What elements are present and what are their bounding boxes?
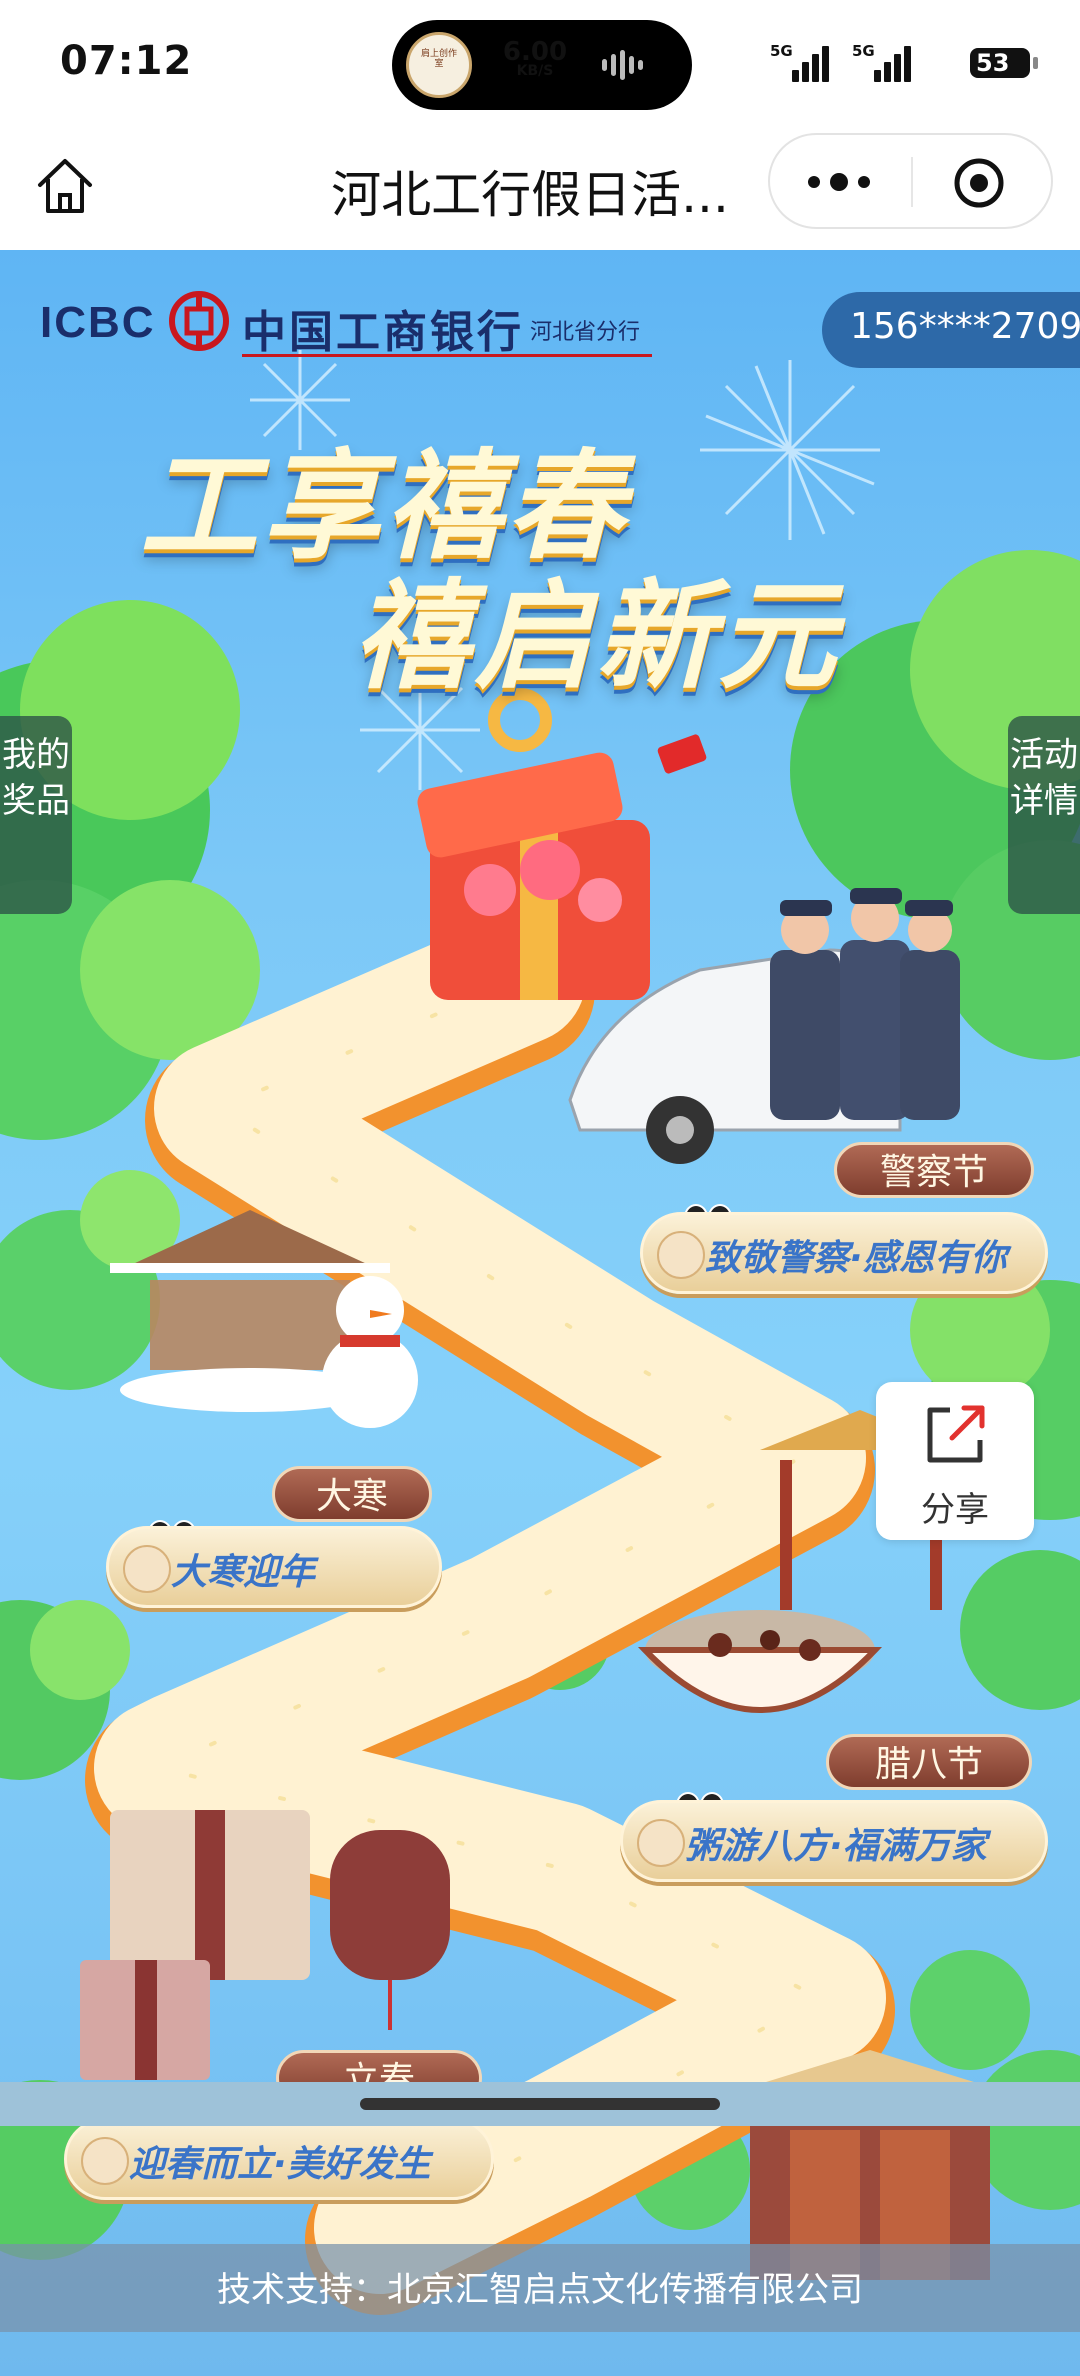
- network-speed-value: 6.00: [502, 37, 568, 67]
- signal-icon-1: 5G: [770, 42, 840, 82]
- more-dots-icon[interactable]: [804, 167, 874, 197]
- lantern-illustration: [330, 1830, 450, 2030]
- festival-tag-police[interactable]: 警察节: [834, 1142, 1034, 1198]
- banner-ball-icon: [81, 2137, 129, 2185]
- festival-tag-laba[interactable]: 腊八节: [826, 1734, 1032, 1790]
- my-prizes-tab[interactable]: 我的奖品: [0, 716, 72, 914]
- island-avatar-text: 肩上创作室: [420, 49, 457, 69]
- festival-slogan-dahan: 大寒迎年: [171, 1552, 316, 1593]
- status-time: 07:12: [60, 38, 193, 84]
- capsule-menu: [768, 133, 1053, 229]
- police-officers-illustration: [770, 888, 960, 1120]
- gift-boxes-illustration: [80, 1810, 310, 2080]
- campaign-headline: 工享禧春 禧启新元: [0, 250, 1080, 710]
- festival-slogan-police: 致敬警察·感恩有你: [705, 1238, 1007, 1279]
- audio-wave-icon: [602, 50, 662, 80]
- signal-2-label: 5G: [852, 42, 875, 60]
- signal-icon-2: 5G: [852, 42, 922, 82]
- headline-line-2: 禧启新元: [352, 567, 841, 705]
- island-avatar: 肩上创作室: [406, 32, 472, 98]
- festival-slogan-lichun: 迎春而立·美好发生: [129, 2144, 431, 2185]
- mini-program-navbar: 河北工行假日活...: [0, 125, 1080, 250]
- tech-support-footer: 技术支持：北京汇智启点文化传播有限公司: [0, 2244, 1080, 2332]
- festival-banner-lichun[interactable]: 迎春而立·美好发生: [64, 2118, 494, 2200]
- banner-ball-icon: [123, 1545, 171, 1593]
- gift-box-illustration: [417, 688, 707, 1000]
- close-miniprogram-icon[interactable]: [953, 157, 1005, 209]
- activity-details-tab[interactable]: 活动详情: [1008, 716, 1080, 914]
- home-icon[interactable]: [34, 155, 96, 217]
- signal-1-label: 5G: [770, 42, 793, 60]
- page-title: 河北工行假日活...: [331, 166, 729, 224]
- festival-banner-dahan[interactable]: 大寒迎年: [106, 1526, 442, 1608]
- network-speed: 6.00 KB/S: [502, 37, 568, 78]
- share-label: 分享: [921, 1490, 989, 1530]
- activity-scene: ICBC 中国工商银行 河北省分行 156****2709 工享禧春 禧启新元 …: [0, 250, 1080, 2376]
- battery-icon: 53: [970, 48, 1038, 78]
- festival-tag-dahan[interactable]: 大寒: [272, 1466, 432, 1522]
- tech-support-text: 技术支持：北京汇智启点文化传播有限公司: [217, 2270, 863, 2310]
- share-button[interactable]: 分享: [876, 1382, 1034, 1540]
- capsule-divider: [911, 157, 913, 207]
- banner-ball-icon: [657, 1231, 705, 1279]
- battery-level: 53: [976, 49, 1010, 77]
- home-indicator[interactable]: [360, 2098, 720, 2110]
- laba-porridge-illustration: [637, 1610, 883, 1713]
- status-right: 6.00 KB/S 5G 5G 53: [503, 36, 1038, 86]
- game-path: [85, 912, 895, 2315]
- share-external-icon: [927, 1405, 985, 1463]
- banner-ball-icon: [637, 1819, 685, 1867]
- festival-banner-laba[interactable]: 粥游八方·福满万家: [620, 1800, 1048, 1882]
- festival-banner-police[interactable]: 致敬警察·感恩有你: [640, 1212, 1048, 1294]
- status-bar: 07:12 肩上创作室 6.00 KB/S 5G 5G 53: [0, 0, 1080, 125]
- festival-slogan-laba: 粥游八方·福满万家: [685, 1826, 987, 1867]
